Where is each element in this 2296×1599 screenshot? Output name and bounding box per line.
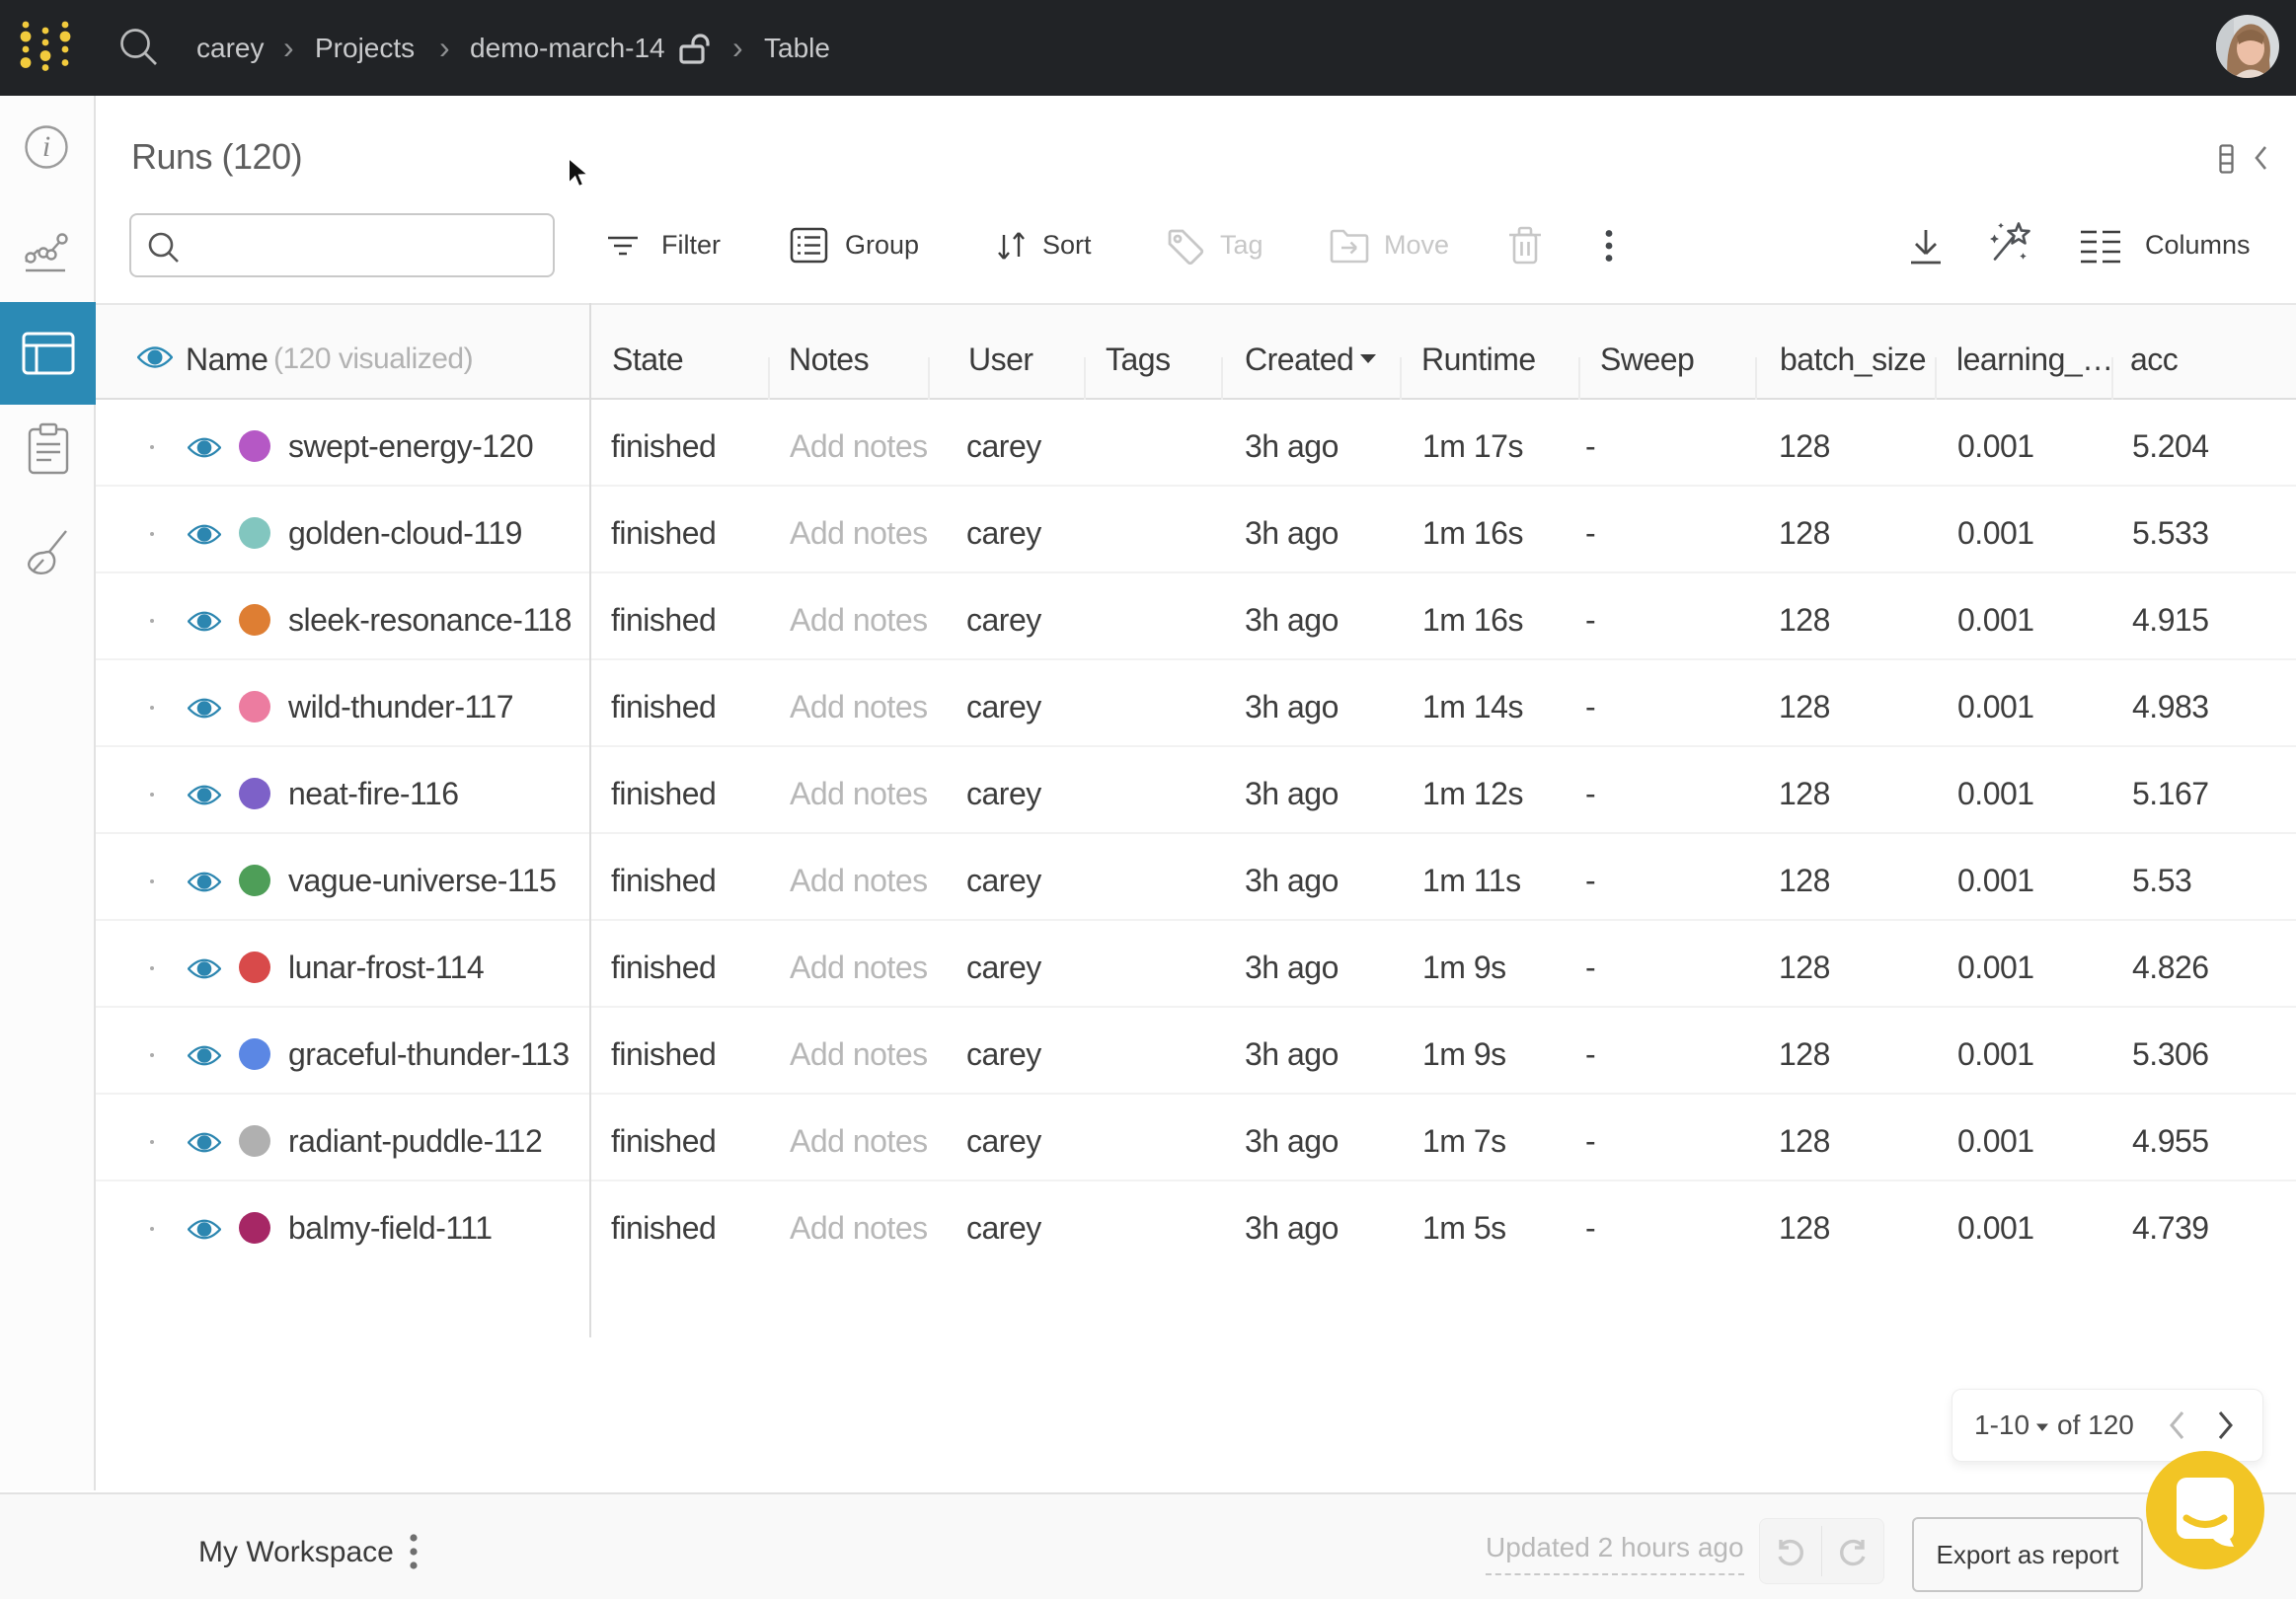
svg-text:i: i [42, 130, 50, 163]
